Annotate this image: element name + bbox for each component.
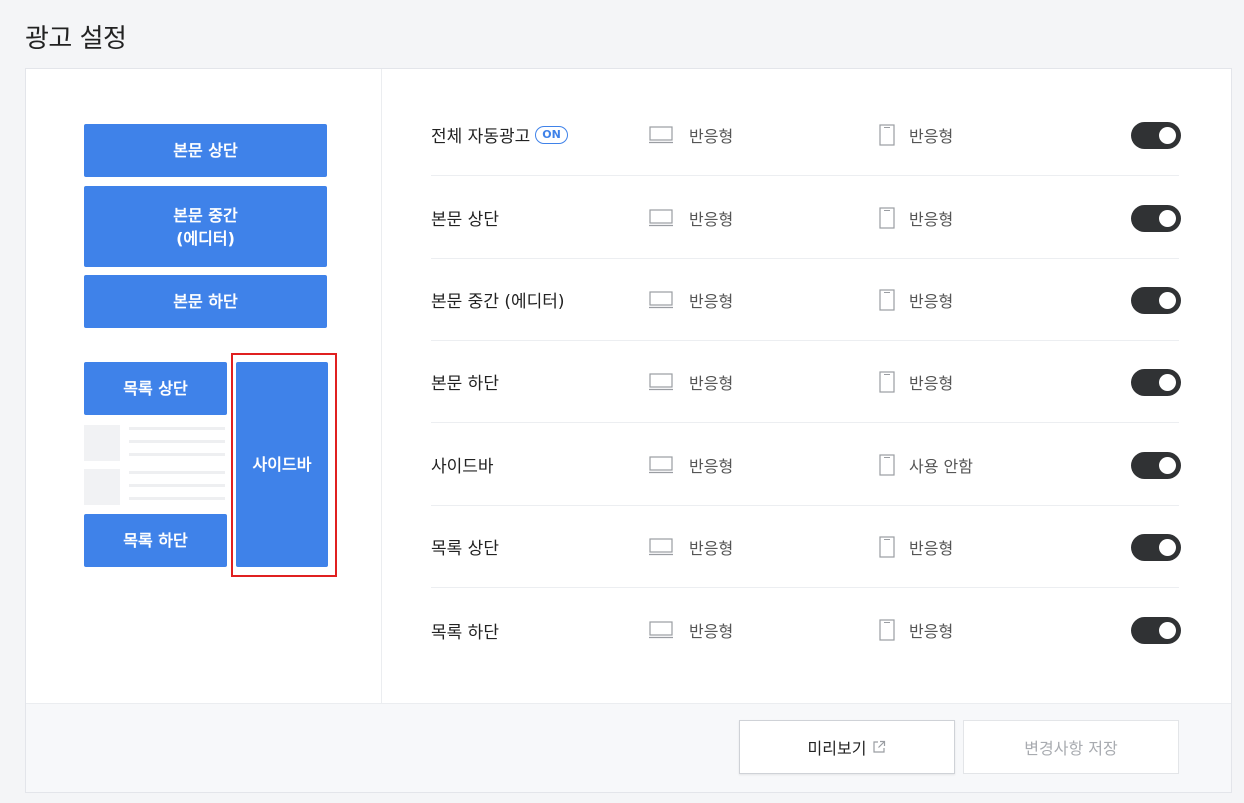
toggle-knob (1159, 292, 1176, 309)
mobile-ad-type: 사용 안함 (909, 456, 973, 476)
list-thumbnail-placeholder (84, 469, 120, 505)
phone-icon (879, 124, 895, 146)
toggle-list-top[interactable] (1131, 534, 1181, 561)
external-link-icon (873, 740, 886, 753)
toggle-auto-ads[interactable] (1131, 122, 1181, 149)
phone-icon (879, 454, 895, 476)
settings-row-list-bottom: 목록 하단 반응형 반응형 (431, 589, 1181, 671)
phone-icon (879, 371, 895, 393)
settings-row-sidebar: 사이드바 반응형 사용 안함 (431, 424, 1181, 506)
save-changes-button[interactable]: 변경사항 저장 (963, 720, 1179, 774)
pc-ad-type: 반응형 (689, 622, 734, 641)
settings-footer: 미리보기 변경사항 저장 (26, 703, 1231, 792)
list-text-placeholder (129, 497, 225, 500)
mobile-ad-type: 반응형 (909, 622, 954, 641)
toggle-list-bottom[interactable] (1131, 617, 1181, 644)
ad-settings-list: 전체 자동광고 ON 반응형 반응형 본문 상단 반응형 반응형 본문 중간 (… (383, 69, 1233, 703)
row-label: 본문 하단 (431, 374, 499, 394)
monitor-icon (649, 291, 673, 309)
settings-row-auto-ads: 전체 자동광고 ON 반응형 반응형 (431, 94, 1181, 176)
toggle-body-middle[interactable] (1131, 287, 1181, 314)
list-thumbnail-placeholder (84, 425, 120, 461)
toggle-body-bottom[interactable] (1131, 369, 1181, 396)
mobile-ad-type: 반응형 (909, 209, 954, 229)
mobile-ad-type: 반응형 (909, 291, 954, 311)
phone-icon (879, 536, 895, 558)
phone-icon (879, 207, 895, 229)
row-label: 사이드바 (431, 457, 494, 477)
list-text-placeholder (129, 484, 225, 487)
mobile-ad-type: 반응형 (909, 126, 954, 146)
list-text-placeholder (129, 471, 225, 474)
row-label: 본문 중간 (에디터) (431, 292, 565, 312)
list-text-placeholder (129, 453, 225, 456)
toggle-knob (1159, 622, 1176, 639)
page-title: 광고 설정 (25, 24, 127, 54)
pc-ad-type: 반응형 (689, 456, 734, 476)
toggle-knob (1159, 374, 1176, 391)
row-label: 전체 자동광고 ON (431, 94, 568, 175)
phone-icon (879, 289, 895, 311)
pc-ad-type: 반응형 (689, 291, 734, 311)
preview-block-sidebar[interactable]: 사이드바 (236, 362, 328, 567)
settings-row-body-middle: 본문 중간 (에디터) 반응형 반응형 (431, 259, 1181, 341)
preview-block-label: 본문 중간 (에디터) (173, 205, 238, 248)
monitor-icon (649, 621, 673, 639)
preview-block-list-bottom[interactable]: 목록 하단 (84, 514, 227, 567)
pc-ad-type: 반응형 (689, 126, 734, 146)
preview-block-list-top[interactable]: 목록 상단 (84, 362, 227, 415)
preview-block-label: 본문 하단 (173, 292, 238, 311)
monitor-icon (649, 456, 673, 474)
preview-block-label: 사이드바 (252, 455, 312, 474)
ad-settings-panel: 본문 상단 본문 중간 (에디터) 본문 하단 목록 상단 목록 하단 사이드바 (25, 68, 1232, 793)
row-label: 본문 상단 (431, 210, 499, 230)
pc-ad-type: 반응형 (689, 373, 734, 393)
row-label: 목록 상단 (431, 539, 499, 559)
preview-block-label: 본문 상단 (173, 141, 238, 160)
list-text-placeholder (129, 427, 225, 430)
monitor-icon (649, 373, 673, 391)
settings-row-body-bottom: 본문 하단 반응형 반응형 (431, 341, 1181, 423)
ad-placement-preview: 본문 상단 본문 중간 (에디터) 본문 하단 목록 상단 목록 하단 사이드바 (26, 69, 382, 703)
toggle-knob (1159, 539, 1176, 556)
monitor-icon (649, 209, 673, 227)
monitor-icon (649, 538, 673, 556)
row-label: 목록 하단 (431, 622, 499, 643)
preview-block-body-bottom[interactable]: 본문 하단 (84, 275, 327, 328)
preview-block-label: 목록 하단 (123, 531, 188, 550)
preview-button-label: 미리보기 (807, 739, 867, 758)
phone-icon (879, 619, 895, 641)
list-text-placeholder (129, 440, 225, 443)
toggle-sidebar[interactable] (1131, 452, 1181, 479)
row-label-text: 전체 자동광고 (431, 127, 531, 147)
preview-button[interactable]: 미리보기 (739, 720, 955, 774)
monitor-icon (649, 126, 673, 144)
on-badge: ON (535, 125, 568, 144)
settings-row-list-top: 목록 상단 반응형 반응형 (431, 506, 1181, 588)
toggle-knob (1159, 457, 1176, 474)
preview-block-body-middle[interactable]: 본문 중간 (에디터) (84, 186, 327, 267)
toggle-body-top[interactable] (1131, 205, 1181, 232)
toggle-knob (1159, 210, 1176, 227)
mobile-ad-type: 반응형 (909, 373, 954, 393)
mobile-ad-type: 반응형 (909, 538, 954, 558)
preview-block-body-top[interactable]: 본문 상단 (84, 124, 327, 177)
pc-ad-type: 반응형 (689, 538, 734, 558)
settings-row-body-top: 본문 상단 반응형 반응형 (431, 177, 1181, 259)
toggle-knob (1159, 127, 1176, 144)
pc-ad-type: 반응형 (689, 209, 734, 229)
preview-block-label: 목록 상단 (123, 379, 188, 398)
